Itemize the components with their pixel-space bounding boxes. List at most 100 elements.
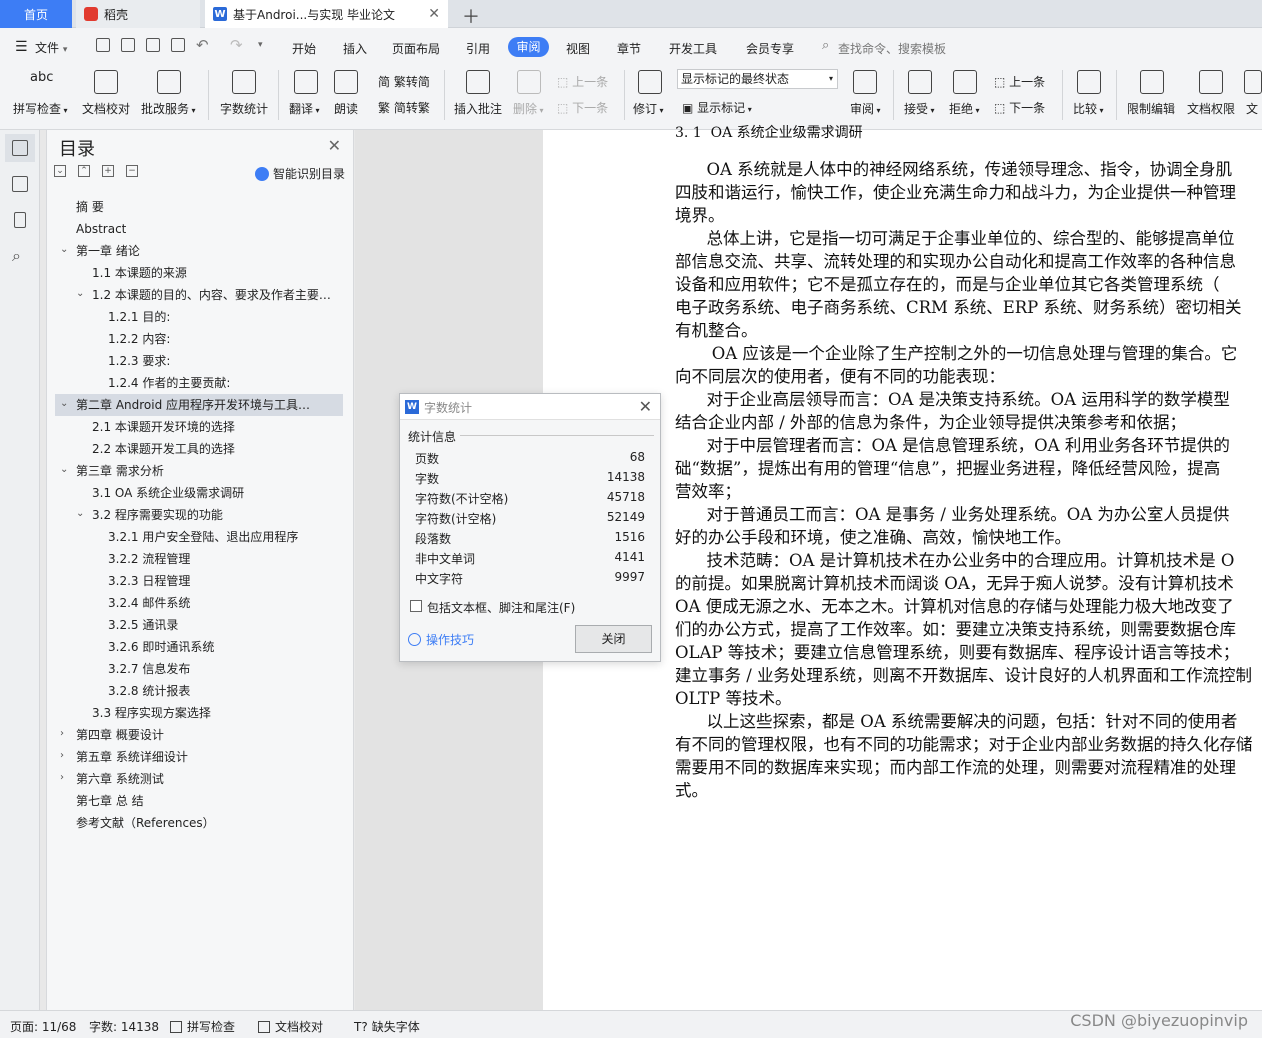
page-indicator[interactable]: 页面: 11/68 [10,1018,76,1035]
new-tab-icon[interactable]: ＋ [462,3,480,29]
close-button[interactable]: 关闭 [575,625,652,653]
review-pane-button[interactable]: 审阅 ▾ [850,100,881,117]
toc-item[interactable]: 1.2.1 目的: [108,306,170,328]
hamburger-menu-icon[interactable]: ☰ [15,39,28,55]
menu-review[interactable]: 审阅 [508,37,549,57]
include-textbox-checkbox[interactable] [410,600,422,612]
tab-home[interactable]: 首页 [0,0,72,28]
toc-item[interactable]: 第七章 总 结 [76,790,144,812]
toc-panel-icon[interactable] [12,140,28,156]
find-icon[interactable]: ⌕ [12,246,21,266]
quick-access-dropdown-icon[interactable]: ▾ [258,40,263,50]
toc-item[interactable]: 3.2.8 统计报表 [108,680,190,702]
toc-item[interactable]: 第五章 系统详细设计 [76,746,188,768]
toc-item[interactable]: 第一章 绪论 [76,240,140,262]
toc-item[interactable]: 3.2.7 信息发布 [108,658,190,680]
markup-mode-select[interactable]: 显示标记的最终状态 ▾ [677,69,838,89]
menu-start[interactable]: 开始 [292,40,316,57]
menu-chapter[interactable]: 章节 [617,40,641,57]
restrict-edit-button[interactable]: 限制编辑 [1127,100,1175,117]
chevron-right-icon[interactable]: › [60,772,64,783]
toc-item[interactable]: 1.2.2 内容: [108,328,170,350]
remove-heading-icon[interactable]: − [126,165,138,177]
toc-item[interactable]: 2.2 本课题开发工具的选择 [92,438,235,460]
menu-file[interactable]: 文件 ▾ [35,39,67,56]
add-heading-icon[interactable]: + [102,165,114,177]
close-icon[interactable]: ✕ [328,136,341,155]
menu-page-layout[interactable]: 页面布局 [392,40,440,57]
prev-revision-button[interactable]: ⬚ 上一条 [994,73,1045,90]
chevron-down-icon[interactable]: ⌄ [60,244,68,255]
navigation-icon[interactable] [12,176,28,192]
command-search[interactable]: 查找命令、搜索模板 [838,40,946,57]
prev-comment-button[interactable]: ⬚ 上一条 [557,73,608,90]
spell-check-button[interactable]: 拼写检查 ▾ [13,100,68,117]
chevron-right-icon[interactable]: › [60,750,64,761]
menu-developer[interactable]: 开发工具 [669,40,717,57]
include-textbox-label[interactable]: 包括文本框、脚注和尾注(F) [427,599,575,616]
tab-daoke[interactable]: 稻壳 [76,0,200,28]
toc-item[interactable]: Abstract [76,218,126,240]
toc-item[interactable]: 第四章 概要设计 [76,724,164,746]
toc-item[interactable]: 3.2.1 用户安全登陆、退出应用程序 [108,526,298,548]
menu-view[interactable]: 视图 [566,40,590,57]
status-doc-check[interactable]: 文档校对 [258,1018,323,1035]
status-missing-font[interactable]: T? 缺失字体 [354,1018,420,1035]
next-revision-button[interactable]: ⬚ 下一条 [994,99,1045,116]
accept-button[interactable]: 接受 ▾ [904,100,935,117]
doc-permission-button[interactable]: 文档权限 [1187,100,1235,117]
toc-item[interactable]: 第二章 Android 应用程序开发环境与工具… [76,394,310,416]
toc-item[interactable]: 3.3 程序实现方案选择 [92,702,211,724]
insert-comment-button[interactable]: 插入批注 [454,100,502,117]
status-spell-check[interactable]: 拼写检查 [170,1018,235,1035]
toc-item[interactable]: 3.2.4 邮件系统 [108,592,190,614]
translate-button[interactable]: 翻译 ▾ [289,100,320,117]
doc-check-button[interactable]: 文档校对 [82,100,130,117]
revise-button[interactable]: 修订 ▾ [633,100,664,117]
toc-item[interactable]: 3.1 OA 系统企业级需求调研 [92,482,244,504]
close-tab-icon[interactable]: ✕ [428,6,440,22]
chevron-right-icon[interactable]: › [60,728,64,739]
annotate-service-button[interactable]: 批改服务 ▾ [141,100,196,117]
tips-link[interactable]: 操作技巧 [408,631,474,648]
save-icon[interactable] [96,38,110,52]
show-marks-button[interactable]: ▣ 显示标记 ▾ [682,99,752,116]
toc-item[interactable]: 1.2.3 要求: [108,350,170,372]
menu-member[interactable]: 会员专享 [746,40,794,57]
compare-button[interactable]: 比较 ▾ [1073,100,1104,117]
toc-item[interactable]: 3.2.6 即时通讯系统 [108,636,214,658]
toc-item[interactable]: 3.2.5 通讯录 [108,614,178,636]
tab-document[interactable]: W 基于Androi...与实现 毕业论文 ✕ [205,0,448,28]
toc-item[interactable]: 3.2.2 流程管理 [108,548,190,570]
toc-item[interactable]: 1.2.4 作者的主要贡献: [108,372,230,394]
chevron-down-icon[interactable]: ⌄ [60,398,68,409]
toc-item[interactable]: 第六章 系统测试 [76,768,164,790]
chevron-down-icon[interactable]: ⌄ [76,508,84,519]
toc-item[interactable]: 1.2 本课题的目的、内容、要求及作者主要… [92,284,331,306]
redo-icon[interactable]: ↷ [230,36,243,54]
next-comment-button[interactable]: ⬚ 下一条 [557,99,608,116]
chevron-down-icon[interactable]: ⌄ [76,288,84,299]
bookmark-icon[interactable] [14,212,26,228]
toc-item[interactable]: 第三章 需求分析 [76,460,164,482]
doc-more-button[interactable]: 文 [1246,100,1258,117]
toc-item[interactable]: 3.2.3 日程管理 [108,570,190,592]
toc-item[interactable]: 1.1 本课题的来源 [92,262,187,284]
menu-references[interactable]: 引用 [466,40,490,57]
expand-all-icon[interactable]: ⌃ [78,165,90,177]
toc-item[interactable]: 3.2 程序需要实现的功能 [92,504,223,526]
export-pdf-icon[interactable] [121,38,135,52]
toc-item[interactable]: 参考文献（References） [76,812,215,834]
undo-icon[interactable]: ↶ [196,36,209,54]
print-preview-icon[interactable] [171,38,185,52]
word-count-button[interactable]: 字数统计 [220,100,268,117]
print-icon[interactable] [146,38,160,52]
delete-comment-button[interactable]: 删除 ▾ [513,100,544,117]
toc-item[interactable]: 摘 要 [76,196,104,218]
menu-insert[interactable]: 插入 [343,40,367,57]
toc-item[interactable]: 2.1 本课题开发环境的选择 [92,416,235,438]
trad-to-simp-button[interactable]: 简 繁转简 [378,73,430,90]
read-aloud-button[interactable]: 朗读 [334,100,358,117]
chevron-down-icon[interactable]: ⌄ [60,464,68,475]
close-icon[interactable]: ✕ [639,397,652,416]
